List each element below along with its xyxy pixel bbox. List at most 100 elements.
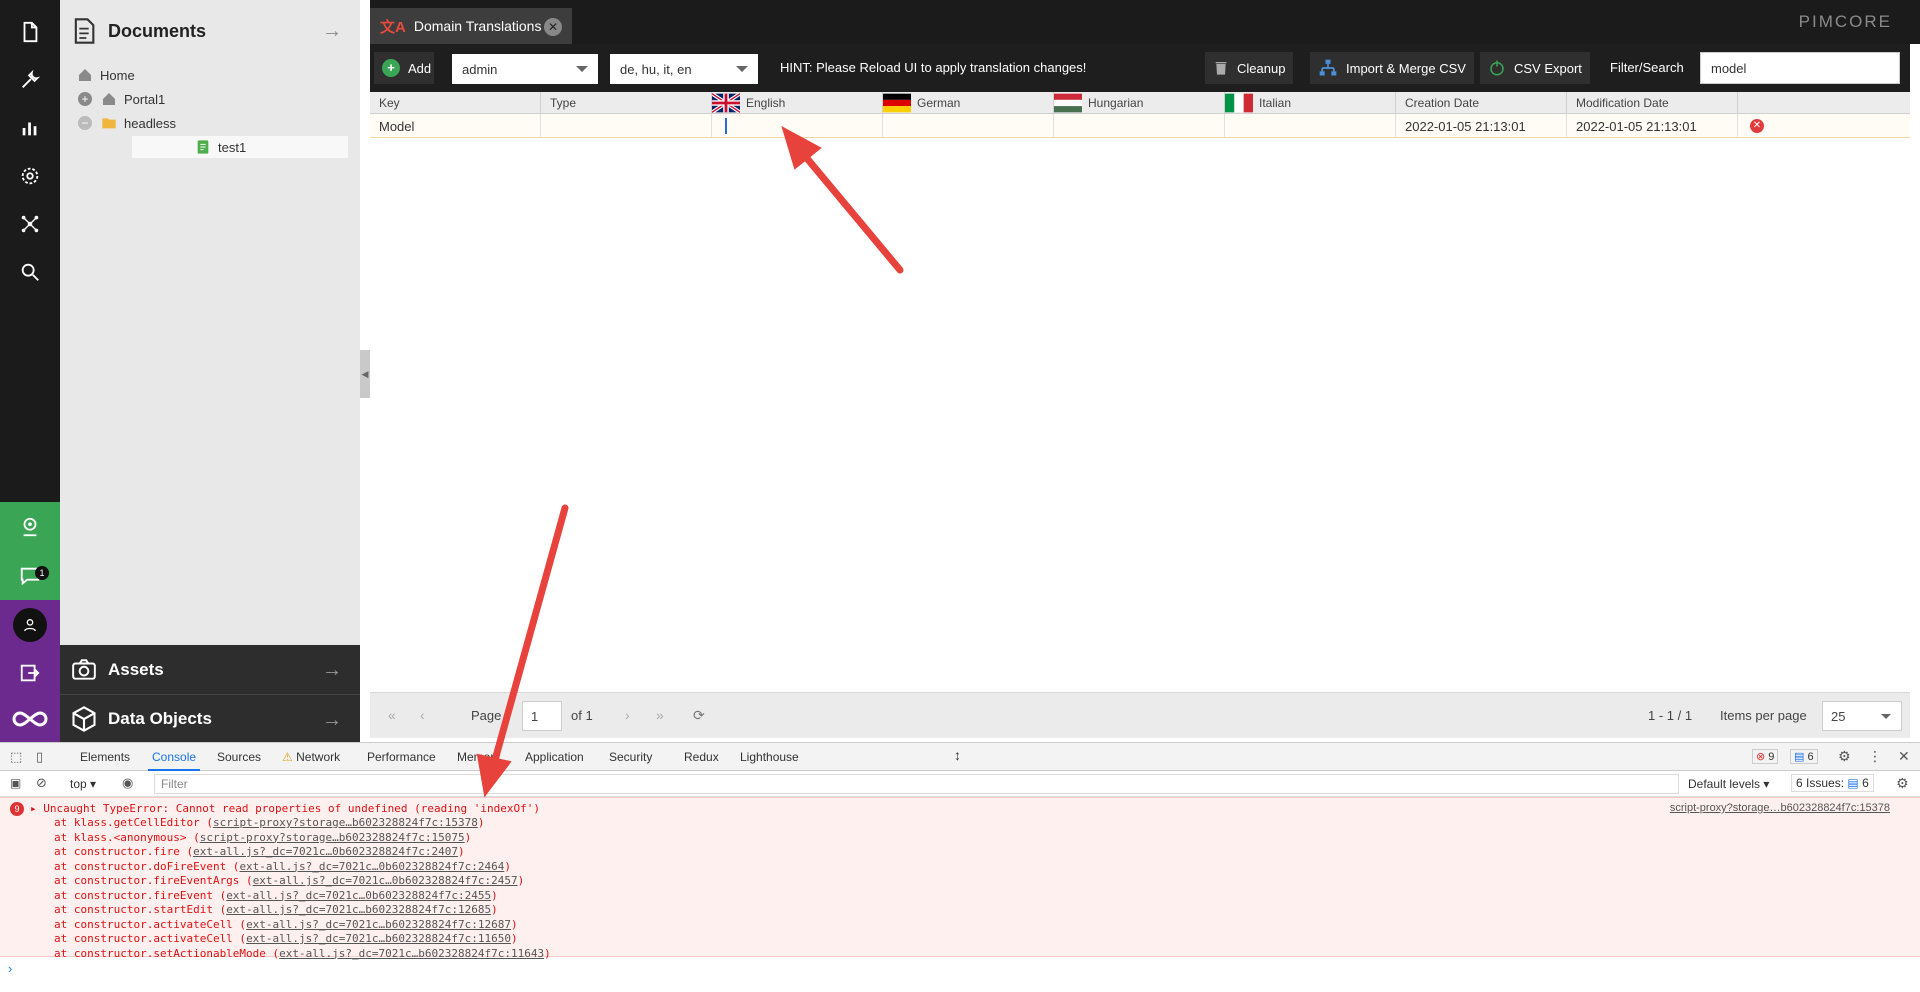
documents-panel-header[interactable]: Documents → [60, 0, 360, 62]
arrow-right-icon[interactable]: → [322, 20, 342, 43]
column-header-key[interactable]: Key [370, 92, 541, 114]
languages-select[interactable]: de, hu, it, en [610, 54, 758, 84]
expand-plus-icon[interactable]: + [76, 91, 94, 107]
stack-frame-link[interactable]: script-proxy?storage…b602328824f7c:15075 [200, 831, 465, 844]
stack-frame-link[interactable]: ext-all.js?_dc=7021c…0b602328824f7c:2407 [193, 845, 458, 858]
clear-console-icon[interactable]: ⊘ [36, 775, 47, 791]
main-icon-bar: 1 [0, 0, 60, 742]
devtools-tab-lighthouse[interactable]: Lighthouse [740, 750, 799, 764]
column-header-creation-date[interactable]: Creation Date [1396, 92, 1567, 114]
close-devtools-icon[interactable]: ✕ [1898, 748, 1910, 765]
arrow-right-icon[interactable]: → [322, 709, 342, 732]
hierarchy-icon [1318, 58, 1338, 78]
devtools-tab-sources[interactable]: Sources [217, 750, 261, 764]
stack-frame-link[interactable]: ext-all.js?_dc=7021c…0b602328824f7c:2457 [253, 874, 518, 887]
column-header-german[interactable]: German [883, 92, 1054, 114]
chat-icon[interactable]: 1 [0, 552, 60, 600]
cell-english[interactable] [712, 114, 883, 138]
pagination-bar: « ‹ Page 1 of 1 › » ⟳ 1 - 1 / 1 Items pe… [370, 692, 1910, 738]
assets-panel-tab[interactable]: Assets → [60, 645, 360, 694]
cell-type[interactable] [541, 114, 712, 138]
console-filter-input[interactable]: Filter [154, 774, 1679, 794]
column-header-english[interactable]: English [712, 92, 883, 114]
stack-frame-link[interactable]: ext-all.js?_dc=7021c…b602328824f7c:12685 [226, 903, 491, 916]
devtools-tab-application[interactable]: Application [525, 750, 584, 764]
eye-icon[interactable]: ◉ [122, 775, 133, 791]
first-page-icon[interactable]: « [388, 707, 396, 723]
sidebar-toggle-icon[interactable]: ▣ [10, 776, 21, 790]
console-error-entry[interactable]: 9 ▸ Uncaught TypeError: Cannot read prop… [0, 797, 1920, 960]
devtools-tab-performance[interactable]: Performance [367, 750, 436, 764]
page-number-input[interactable]: 1 [522, 701, 562, 731]
italian-flag-icon [1225, 93, 1253, 113]
prev-page-icon[interactable]: ‹ [420, 707, 425, 723]
close-tab-icon[interactable]: ✕ [544, 18, 562, 36]
tree-item-home[interactable]: Home [76, 64, 135, 86]
stack-frame-link[interactable]: script-proxy?storage…b602328824f7c:15378 [213, 816, 478, 829]
items-per-page-select[interactable]: 25 [1822, 701, 1902, 731]
data-objects-panel-tab[interactable]: Data Objects → [60, 694, 360, 742]
column-header-type[interactable]: Type [541, 92, 712, 114]
stack-frame-link[interactable]: ext-all.js?_dc=7021c…0b602328824f7c:2464 [239, 860, 504, 873]
tree-item-headless[interactable]: − headless [76, 112, 176, 134]
profile-icon[interactable] [0, 600, 60, 650]
last-page-icon[interactable]: » [656, 707, 664, 723]
stack-frame-link[interactable]: ext-all.js?_dc=7021c…b602328824f7c:11643 [279, 947, 544, 960]
stack-frame-link[interactable]: ext-all.js?_dc=7021c…b602328824f7c:12687 [246, 918, 511, 931]
domain-select[interactable]: admin [452, 54, 598, 84]
context-select[interactable]: top ▾ [70, 777, 96, 791]
import-merge-csv-button[interactable]: Import & Merge CSV [1310, 52, 1474, 84]
panel-collapse-handle[interactable]: ◀ [360, 350, 370, 398]
devtools-tab-memory[interactable]: Memory [457, 750, 500, 764]
error-source-link[interactable]: script-proxy?storage…b602328824f7c:15378 [1670, 802, 1890, 814]
tree-item-portal1[interactable]: + Portal1 [76, 88, 165, 110]
csv-export-button[interactable]: CSV Export [1480, 52, 1590, 84]
cell-italian[interactable] [1225, 114, 1396, 138]
wrench-icon[interactable] [0, 56, 60, 104]
cell-german[interactable] [883, 114, 1054, 138]
filter-search-input[interactable]: model [1700, 52, 1900, 84]
search-icon[interactable] [0, 248, 60, 296]
collapse-minus-icon[interactable]: − [76, 115, 94, 131]
cell-hungarian[interactable] [1054, 114, 1225, 138]
stack-frame-link[interactable]: ext-all.js?_dc=7021c…0b602328824f7c:2455 [226, 889, 491, 902]
devtools-tab-elements[interactable]: Elements [80, 750, 130, 764]
issues-badge[interactable]: 6 Issues: ▤ 6 [1791, 774, 1874, 792]
column-header-hungarian[interactable]: Hungarian [1054, 92, 1225, 114]
delete-row-icon[interactable]: ✕ [1750, 119, 1764, 133]
column-header-italian[interactable]: Italian [1225, 92, 1396, 114]
error-message[interactable]: ▸ Uncaught TypeError: Cannot read proper… [30, 802, 540, 816]
file-icon[interactable] [0, 8, 60, 56]
resize-cursor-icon: ↕ [954, 747, 961, 763]
default-levels-select[interactable]: Default levels ▾ [1688, 777, 1769, 791]
console-prompt[interactable]: › [8, 961, 12, 976]
refresh-icon[interactable]: ⟳ [693, 707, 705, 724]
devtools-tab-console[interactable]: Console [147, 750, 201, 771]
more-vertical-icon[interactable]: ⋮ [1868, 748, 1882, 765]
cleanup-button[interactable]: Cleanup [1205, 52, 1294, 84]
inspect-icon[interactable]: ⬚ [10, 749, 22, 765]
logout-icon[interactable] [0, 650, 60, 696]
devtools-tab-network[interactable]: ⚠ Network [282, 750, 340, 764]
cell-key[interactable]: Model [370, 114, 541, 138]
devtools-tab-security[interactable]: Security [609, 750, 652, 764]
table-row[interactable]: Model 2022-01-05 21:13:01 2022-01-05 21:… [370, 114, 1910, 138]
infinity-logo-icon[interactable] [0, 696, 60, 742]
error-count-badge[interactable]: ⊗ 9 [1752, 749, 1779, 764]
add-button[interactable]: + Add [374, 52, 434, 84]
settings-gear-icon[interactable]: ⚙ [1838, 748, 1851, 765]
network-icon[interactable] [0, 200, 60, 248]
chart-icon[interactable] [0, 104, 60, 152]
tree-item-test1[interactable]: test1 [132, 136, 348, 158]
gear-icon[interactable] [0, 152, 60, 200]
user-location-icon[interactable] [0, 502, 60, 552]
console-settings-icon[interactable]: ⚙ [1896, 775, 1909, 792]
next-page-icon[interactable]: › [625, 707, 630, 723]
device-toggle-icon[interactable]: ▯ [36, 749, 43, 765]
devtools-tab-redux[interactable]: Redux [684, 750, 719, 764]
stack-frame-link[interactable]: ext-all.js?_dc=7021c…b602328824f7c:11650 [246, 932, 511, 945]
tab-domain-translations[interactable]: 文A Domain Translations ✕ [370, 8, 572, 44]
column-header-modification-date[interactable]: Modification Date [1567, 92, 1738, 114]
message-count-badge[interactable]: ▤ 6 [1790, 749, 1818, 764]
arrow-right-icon[interactable]: → [322, 659, 342, 682]
